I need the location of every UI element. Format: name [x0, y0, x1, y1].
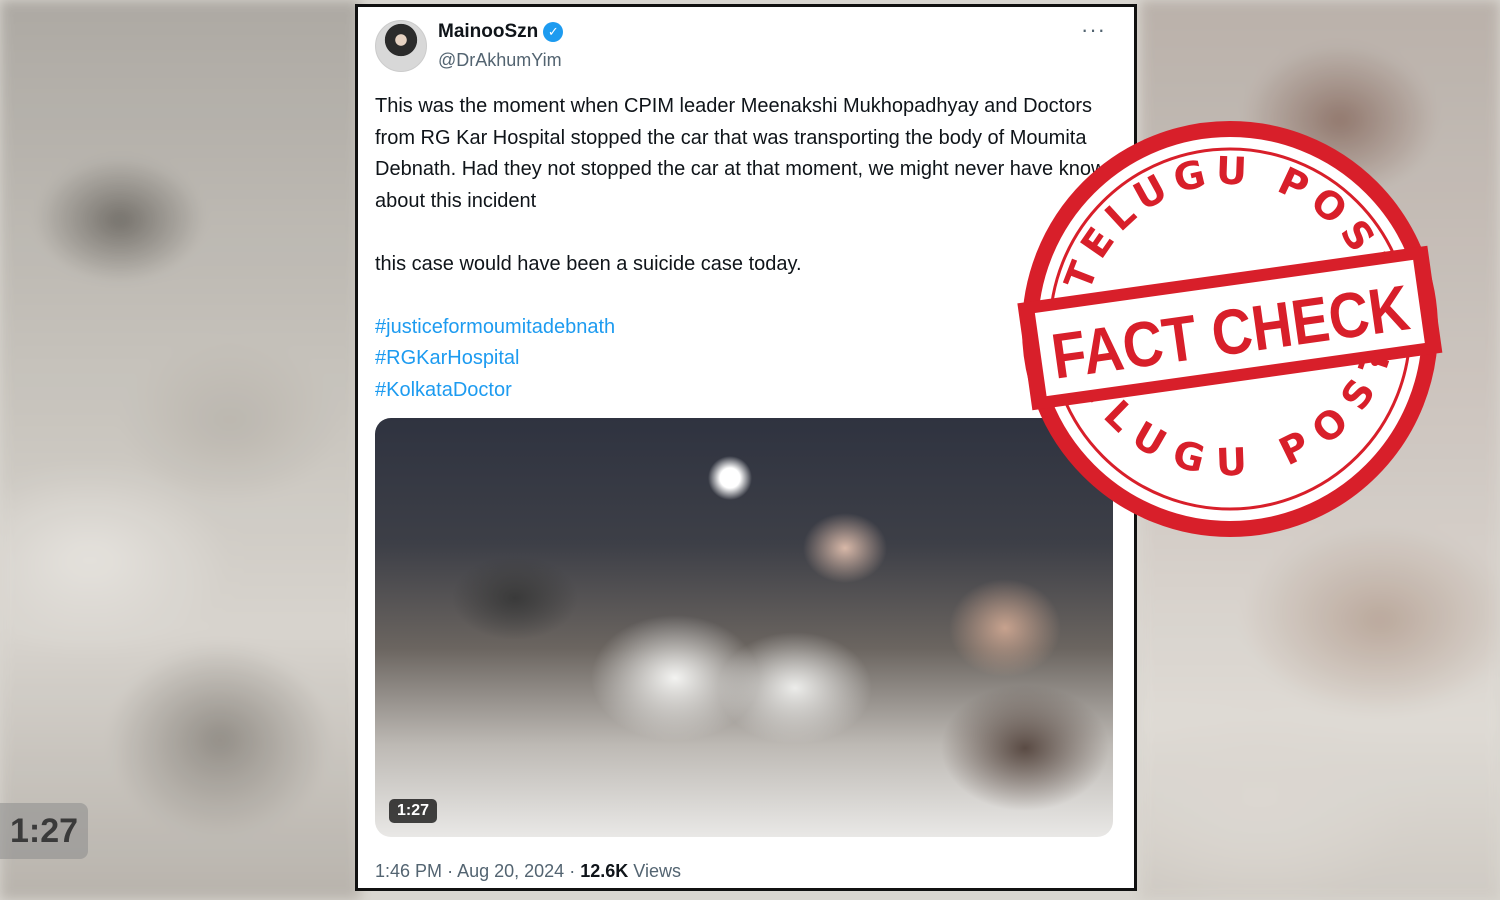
hashtag-link[interactable]: #RGKarHospital	[375, 343, 1120, 375]
author-name-row: MainooSzn ✓	[438, 21, 564, 43]
meta-separator: ·	[569, 861, 576, 881]
meta-separator: ·	[447, 861, 454, 881]
tweet-date[interactable]: Aug 20, 2024	[457, 861, 564, 881]
hashtag-link[interactable]: #justiceformoumitadebnath	[375, 312, 1120, 344]
tweet-metadata: 1:46 PM · Aug 20, 2024 · 12.6K Views	[375, 861, 681, 882]
video-duration-badge: 1:27	[389, 799, 438, 823]
user-handle[interactable]: @DrAkhumYim	[438, 50, 562, 71]
views-label: Views	[633, 861, 681, 881]
avatar[interactable]	[375, 20, 427, 72]
background-video-timestamp: 1:27	[0, 803, 88, 859]
display-name[interactable]: MainooSzn	[438, 21, 538, 43]
more-options-icon[interactable]: ···	[1081, 17, 1106, 43]
verified-badge-icon: ✓	[543, 22, 564, 42]
tweet-paragraph: this case would have been a suicide case…	[375, 252, 802, 275]
video-thumbnail[interactable]: 1:27	[375, 418, 1113, 837]
tweet-time[interactable]: 1:46 PM	[375, 861, 442, 881]
views-count: 12.6K	[580, 861, 629, 881]
background-left-blur	[0, 0, 360, 900]
tweet-paragraph: This was the moment when CPIM leader Mee…	[375, 95, 1117, 212]
video-play-area[interactable]	[375, 418, 1113, 837]
hashtag-link[interactable]: #KolkataDoctor	[375, 375, 1120, 407]
tweet-text: This was the moment when CPIM leader Mee…	[375, 91, 1120, 406]
fact-check-stamp: TELUGU POST TELUGU POST FACT CHECK	[1017, 121, 1443, 537]
